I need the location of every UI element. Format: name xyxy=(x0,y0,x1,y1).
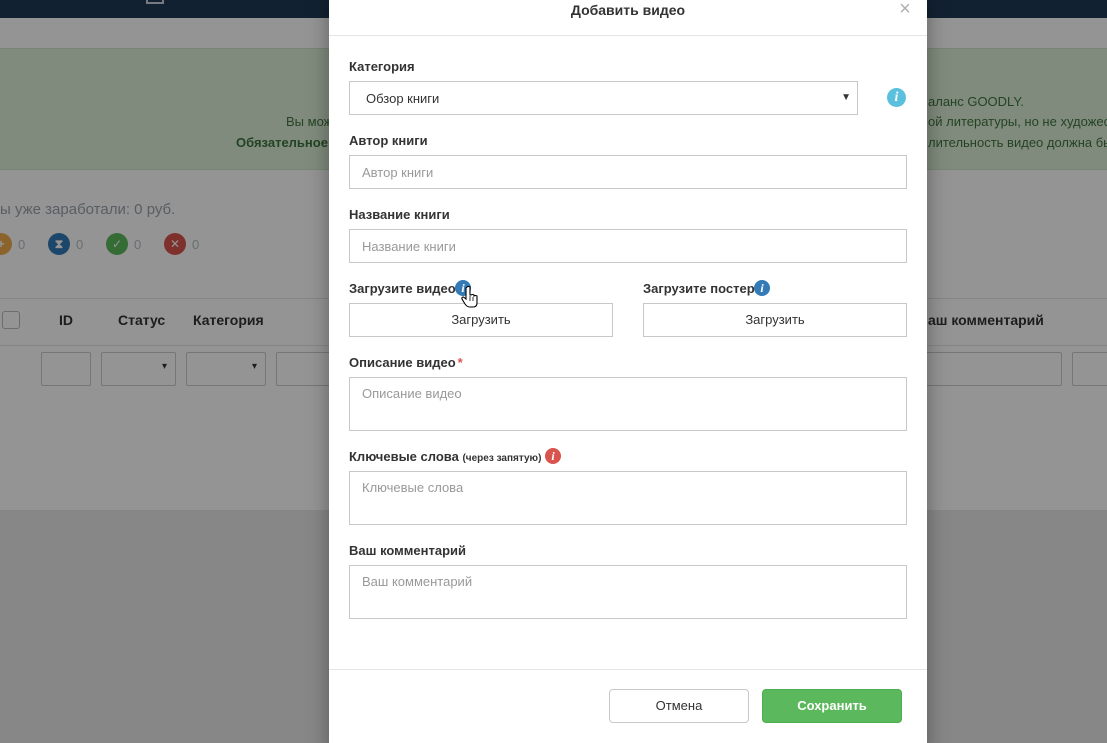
category-label: Категория xyxy=(349,59,415,74)
keywords-hint: (через запятую) xyxy=(462,453,542,464)
author-label: Автор книги xyxy=(349,133,428,148)
cancel-button[interactable]: Отмена xyxy=(609,689,749,723)
book-title-label: Название книги xyxy=(349,207,450,222)
modal-title: Добавить видео xyxy=(570,2,686,18)
hand-cursor-icon xyxy=(461,286,478,308)
keywords-label-text: Ключевые слова xyxy=(349,449,459,464)
category-select[interactable]: Обзор книги ▼ xyxy=(349,81,858,115)
description-textarea[interactable] xyxy=(349,377,907,431)
book-title-input[interactable] xyxy=(349,229,907,263)
upload-video-button[interactable]: Загрузить xyxy=(349,303,613,337)
category-select-value: Обзор книги xyxy=(366,91,440,106)
keywords-info-icon[interactable]: i xyxy=(545,448,561,464)
chevron-down-icon: ▼ xyxy=(841,92,851,103)
comment-textarea[interactable] xyxy=(349,565,907,619)
keywords-textarea[interactable] xyxy=(349,471,907,525)
upload-poster-button[interactable]: Загрузить xyxy=(643,303,907,337)
author-input[interactable] xyxy=(349,155,907,189)
close-icon[interactable]: × xyxy=(897,0,913,19)
category-info-icon[interactable]: i xyxy=(887,88,906,107)
upload-video-label: Загрузите видео xyxy=(349,281,456,296)
comment-label: Ваш комментарий xyxy=(349,543,467,558)
upload-poster-info-icon[interactable]: i xyxy=(754,280,770,296)
upload-poster-label: Загрузите постер xyxy=(643,281,755,296)
description-label: Описание видео * xyxy=(349,355,463,370)
description-label-text: Описание видео xyxy=(349,355,456,370)
keywords-label: Ключевые слова (через запятую) xyxy=(349,449,541,464)
save-button[interactable]: Сохранить xyxy=(762,689,902,723)
add-video-modal: Добавить видео × Категория Обзор книги ▼… xyxy=(329,0,927,743)
required-mark: * xyxy=(457,355,463,370)
modal-header: Добавить видео × xyxy=(329,0,927,36)
